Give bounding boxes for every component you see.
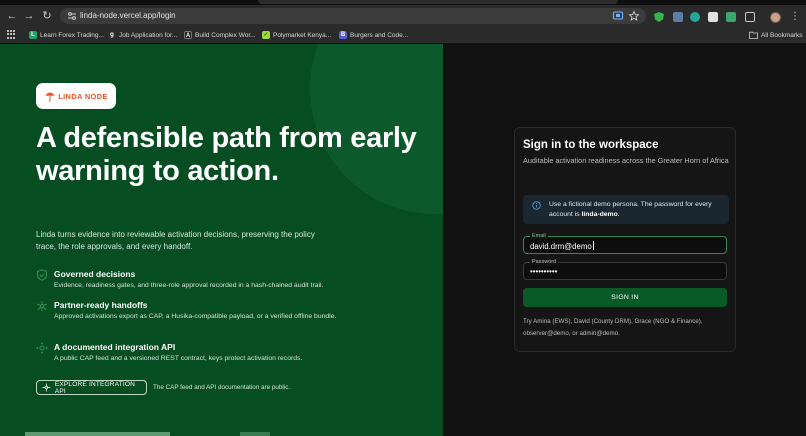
password-field[interactable]: Password •••••••••• xyxy=(523,259,727,280)
folder-icon xyxy=(749,31,758,39)
bookmark-item[interactable]: A Build Complex Wor... xyxy=(184,29,256,41)
build-favicon-icon: A xyxy=(184,31,192,39)
explore-note: The CAP feed and API documentation are p… xyxy=(153,384,291,391)
shield-check-icon xyxy=(36,269,48,281)
hero-lead: Linda turns evidence into reviewable act… xyxy=(36,230,315,251)
back-arrow-icon[interactable]: ← xyxy=(5,9,19,23)
burgers-favicon-icon: B xyxy=(339,31,347,39)
cast-icon[interactable] xyxy=(612,10,624,22)
signin-subtitle: Auditable activation readiness across th… xyxy=(523,156,729,165)
scroll-indicator-secondary xyxy=(240,432,270,436)
job-favicon-icon: g xyxy=(108,31,116,39)
profile-avatar[interactable] xyxy=(770,12,781,23)
explore-button-label: EXPLORE INTEGRATION API xyxy=(54,380,136,395)
email-label: Email xyxy=(530,233,548,239)
bookmark-item[interactable]: L Learn Forex Trading... xyxy=(29,29,104,41)
feature-partner-handoffs: Partner-ready handoffs Approved activati… xyxy=(36,300,356,330)
signin-title: Sign in to the workspace xyxy=(523,139,659,151)
feature-integration-api: A documented integration API A public CA… xyxy=(36,342,356,366)
password-input[interactable]: •••••••••• xyxy=(530,267,557,277)
sync-extension-icon[interactable] xyxy=(726,12,736,22)
feature-desc: Approved activations export as CAP, a Hu… xyxy=(54,313,337,320)
active-tab[interactable] xyxy=(258,0,618,4)
auth-panel: Sign in to the workspace Auditable activ… xyxy=(443,44,806,436)
all-bookmarks[interactable]: All Bookmarks xyxy=(749,29,803,41)
umbrella-icon xyxy=(45,92,56,102)
logo-text: LINDA NODE xyxy=(58,91,108,101)
hero-panel: LINDA NODE A defensible path from early … xyxy=(0,44,443,436)
feature-desc: Evidence, readiness gates, and three-rol… xyxy=(54,282,324,289)
url-text[interactable]: linda-node.vercel.app/login xyxy=(80,10,176,22)
notice-text: Use a fictional demo persona. The passwo… xyxy=(549,201,712,218)
signin-card: Sign in to the workspace Auditable activ… xyxy=(514,127,736,352)
feature-governed-decisions: Governed decisions Evidence, readiness g… xyxy=(36,269,356,293)
site-settings-icon[interactable] xyxy=(66,10,78,22)
info-icon xyxy=(532,201,541,210)
apps-grid-icon[interactable] xyxy=(7,30,16,39)
forex-favicon-icon: L xyxy=(29,31,37,39)
address-bar[interactable]: linda-node.vercel.app/login xyxy=(60,8,646,24)
demo-password: linda-demo xyxy=(581,211,618,218)
signin-button[interactable]: SIGN IN xyxy=(523,288,727,307)
email-field[interactable]: Email david.drm@demo xyxy=(523,233,727,254)
demo-accounts-hint: Try Amina (EWS), David (County DRM), Gra… xyxy=(523,318,703,337)
extension-tray-icon[interactable] xyxy=(673,12,683,22)
shield-extension-icon[interactable] xyxy=(654,12,664,22)
extensions-puzzle-icon[interactable] xyxy=(745,12,755,22)
api-nodes-icon xyxy=(36,342,48,354)
bookmark-item[interactable]: B Burgers and Code... xyxy=(339,29,408,41)
network-nodes-icon xyxy=(36,301,48,311)
bookmarks-bar: L Learn Forex Trading... g Job Applicati… xyxy=(0,26,806,44)
feature-title: A documented integration API xyxy=(54,342,176,352)
bookmark-star-icon[interactable] xyxy=(628,10,640,22)
feature-title: Partner-ready handoffs xyxy=(54,300,148,310)
brand-logo[interactable]: LINDA NODE xyxy=(36,83,116,109)
clipboard-extension-icon[interactable] xyxy=(708,12,718,22)
feature-desc: A public CAP feed and a versioned REST c… xyxy=(54,355,303,362)
forward-arrow-icon[interactable]: → xyxy=(22,9,36,23)
explore-integration-api-button[interactable]: EXPLORE INTEGRATION API xyxy=(36,380,147,395)
bookmark-item[interactable]: ✓ Polymarket Kenya... xyxy=(262,29,331,41)
browser-menu-icon[interactable]: ⋮ xyxy=(790,11,800,23)
feature-title: Governed decisions xyxy=(54,269,136,279)
scroll-indicator xyxy=(25,432,170,436)
grammar-extension-icon[interactable] xyxy=(690,12,700,22)
hero-headline: A defensible path from early warning to … xyxy=(36,122,417,187)
demo-notice: Use a fictional demo persona. The passwo… xyxy=(523,195,729,224)
api-explore-icon xyxy=(42,383,51,392)
email-input[interactable]: david.drm@demo xyxy=(530,241,594,252)
password-label: Password xyxy=(530,259,559,265)
page-viewport: LINDA NODE A defensible path from early … xyxy=(0,44,806,436)
reload-icon[interactable]: ↻ xyxy=(40,9,54,23)
bookmark-item[interactable]: g Job Application for... xyxy=(108,29,177,41)
polymarket-favicon-icon: ✓ xyxy=(262,31,270,39)
browser-toolbar: ← → ↻ linda-node.vercel.app/login ⋮ xyxy=(0,5,806,26)
text-caret xyxy=(592,241,594,250)
